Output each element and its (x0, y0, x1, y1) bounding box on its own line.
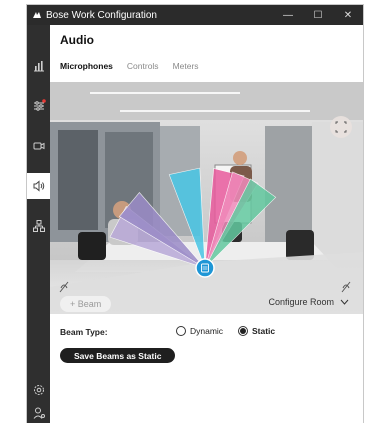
microphone-hub-icon[interactable] (195, 258, 215, 278)
right-wall-panel (312, 122, 363, 262)
page-title: Audio (60, 33, 94, 47)
beam-type-label: Beam Type: (60, 327, 108, 337)
sidebar-item-settings[interactable] (27, 93, 50, 119)
window-pane (58, 130, 98, 230)
app-window: Bose Work Configuration — ☐ ✕ Audio Micr… (26, 4, 364, 423)
bose-logo-icon (31, 9, 43, 21)
ceiling (50, 82, 363, 120)
title-bar: Bose Work Configuration — ☐ ✕ (27, 5, 363, 25)
close-button[interactable]: ✕ (333, 5, 363, 25)
sidebar-item-network[interactable] (27, 213, 50, 239)
minimize-button[interactable]: — (273, 5, 303, 25)
audio-icon (33, 180, 44, 192)
sidebar-item-meters[interactable] (27, 53, 50, 79)
person-head (233, 151, 247, 165)
static-radio-label: Static (252, 326, 276, 336)
sidebar-item-account[interactable] (27, 400, 50, 423)
main-content: Audio Microphones Controls Meters + Beam… (50, 25, 363, 423)
room-camera-view[interactable] (50, 82, 363, 314)
beam-type-row: Beam Type: Dynamic Static (60, 326, 350, 341)
save-beams-static-button[interactable]: Save Beams as Static (60, 348, 176, 363)
ceiling-light (120, 110, 310, 112)
chevron-down-icon (340, 299, 349, 305)
camera-icon (33, 142, 44, 150)
dynamic-radio[interactable]: Dynamic (176, 326, 223, 336)
gear-icon (33, 385, 44, 395)
ceiling-light (90, 92, 240, 94)
configure-room-label: Configure Room (268, 297, 334, 307)
user-icon (33, 407, 45, 419)
radio-checked-icon (238, 326, 248, 336)
tab-controls[interactable]: Controls (127, 61, 159, 71)
window-title: Bose Work Configuration (46, 9, 157, 21)
sidebar-item-audio[interactable] (27, 173, 50, 199)
sidebar-item-camera[interactable] (27, 133, 50, 159)
radio-unchecked-icon (176, 326, 186, 336)
static-radio[interactable]: Static (238, 326, 275, 336)
network-icon (32, 220, 45, 232)
fullscreen-button[interactable] (330, 116, 352, 138)
tab-microphones[interactable]: Microphones (60, 61, 113, 71)
tab-bar: Microphones Controls Meters (60, 61, 213, 71)
configure-room-dropdown[interactable]: Configure Room (268, 297, 349, 307)
bar-chart-icon (33, 61, 44, 72)
sliders-icon (33, 99, 46, 111)
add-beam-button[interactable]: + Beam (60, 296, 112, 312)
sidebar (27, 25, 50, 423)
maximize-button[interactable]: ☐ (303, 5, 333, 25)
chair (78, 232, 106, 260)
tab-meters[interactable]: Meters (173, 61, 199, 71)
dynamic-radio-label: Dynamic (190, 326, 224, 336)
